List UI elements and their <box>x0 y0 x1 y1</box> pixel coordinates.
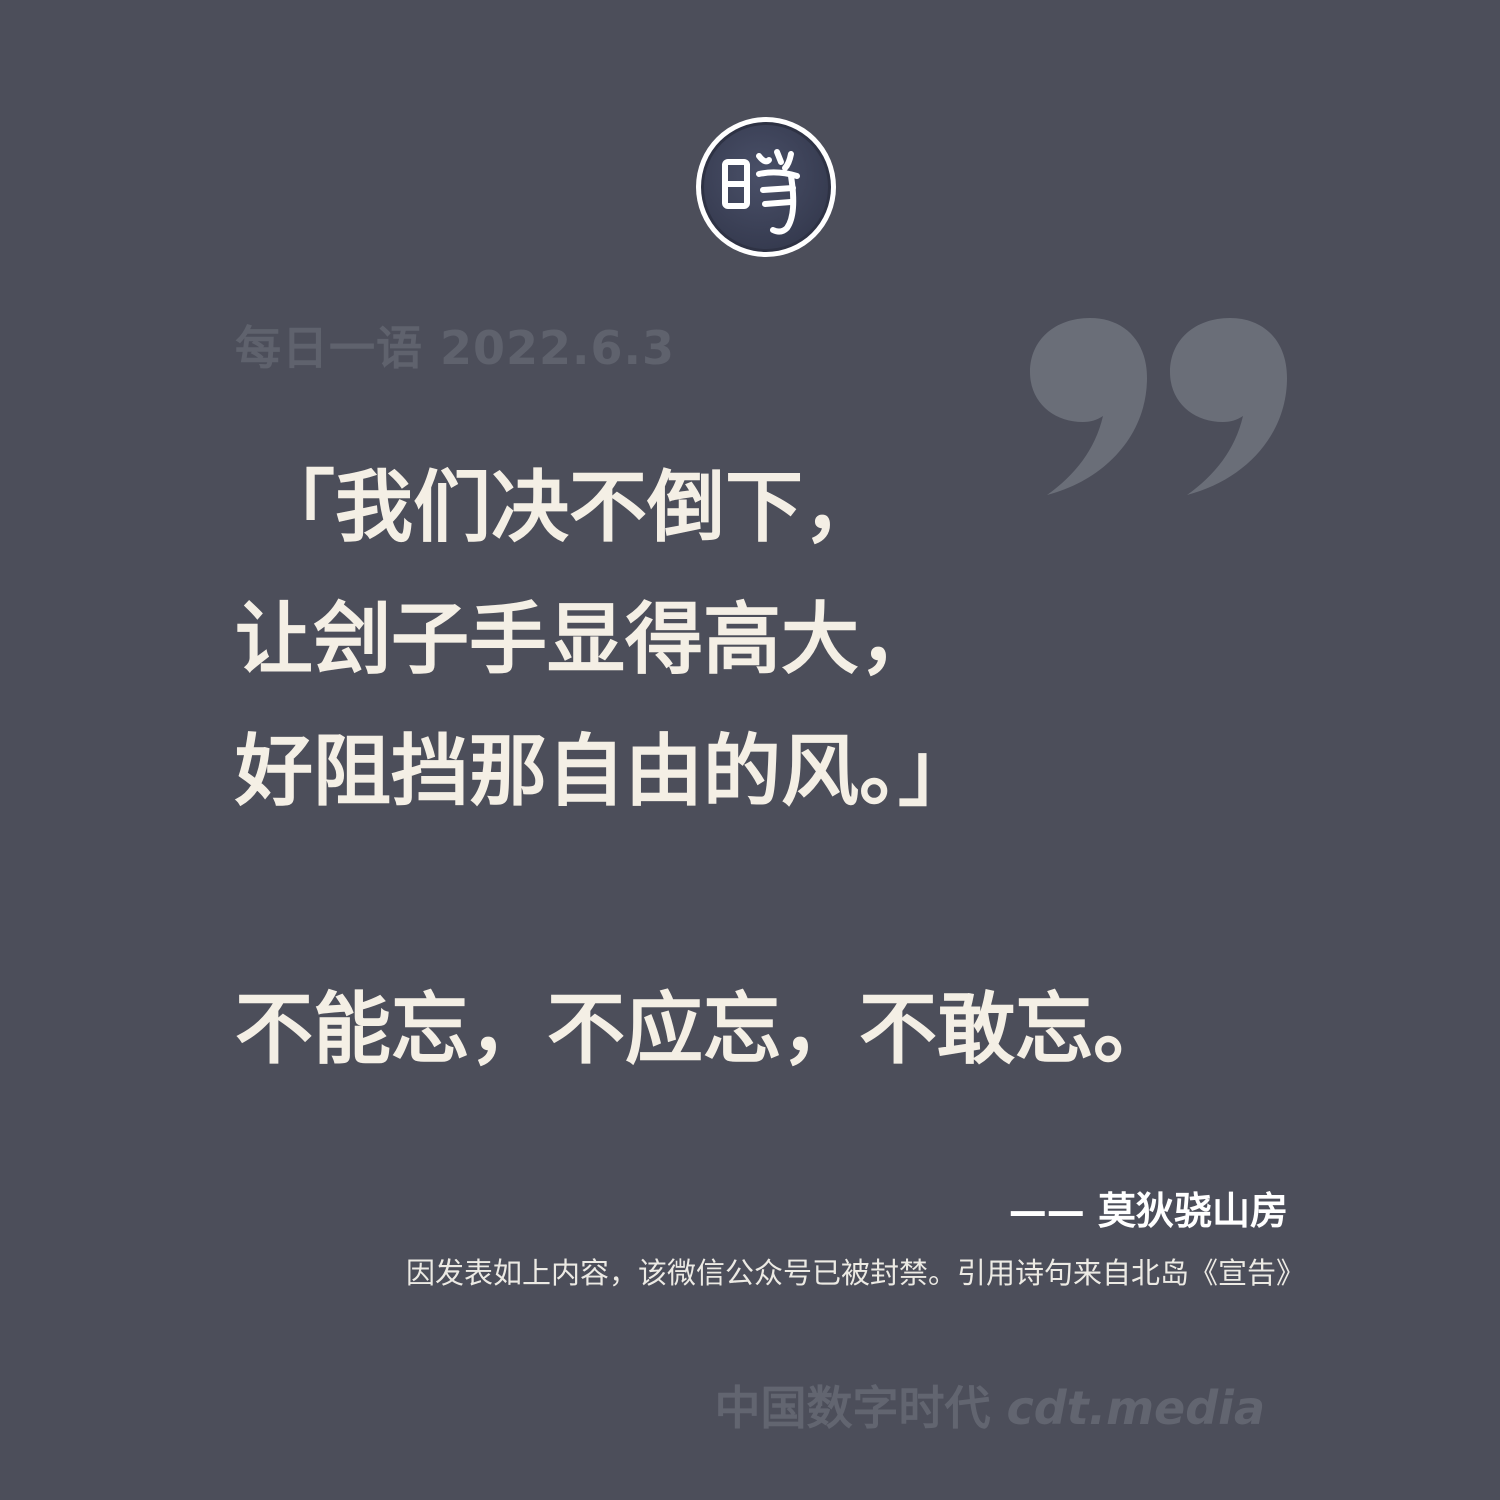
daily-quote-date: 每日一语 2022.6.3 <box>235 321 676 375</box>
closing-quote-icon <box>1025 310 1295 505</box>
poem-line: 好阻挡那自由的风。」 <box>235 726 977 817</box>
motto-text: 不能忘，不应忘，不敢忘。 <box>235 984 1172 1075</box>
cdt-seal-icon <box>696 117 836 257</box>
poem-line: 「我们决不倒下， <box>257 462 882 553</box>
cdt-seal-logo <box>693 114 839 260</box>
site-domain: cdt.media <box>1006 1381 1265 1435</box>
attribution: —— 莫狄骁山房 <box>1008 1189 1288 1233</box>
poem-quote: 「我们决不倒下， 让刽子手显得高大， 好阻挡那自由的风。」 <box>235 442 976 838</box>
source-note: 因发表如上内容，该微信公众号已被封禁。引用诗句来自北岛《宣告》 <box>405 1256 1305 1290</box>
brand-name: 中国数字时代 <box>714 1381 991 1435</box>
poem-line: 让刽子手显得高大， <box>235 594 938 685</box>
footer-brand: 中国数字时代 cdt.media <box>714 1372 1265 1438</box>
